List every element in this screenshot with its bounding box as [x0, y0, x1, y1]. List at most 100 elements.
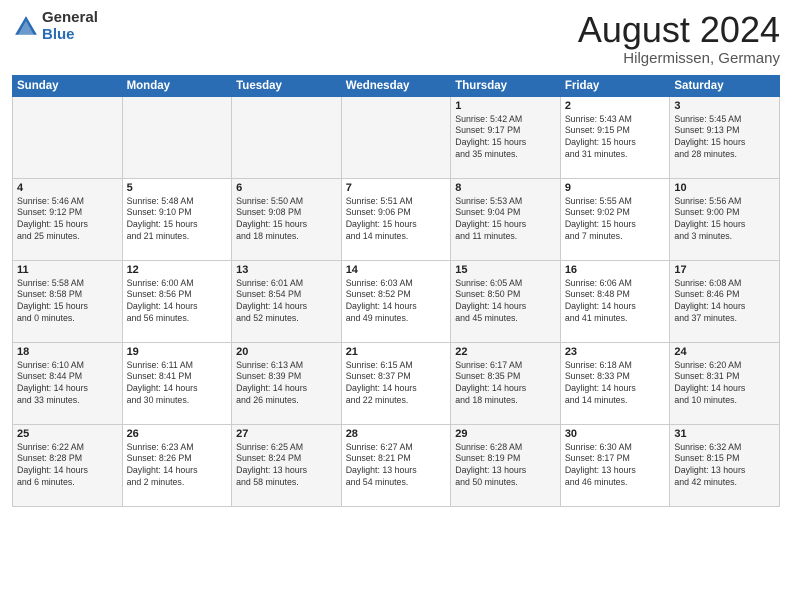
calendar-cell: 10Sunrise: 5:56 AM Sunset: 9:00 PM Dayli…: [670, 178, 780, 260]
calendar-cell: 5Sunrise: 5:48 AM Sunset: 9:10 PM Daylig…: [122, 178, 232, 260]
calendar-cell: 8 Sunrise: 5:53 AM Sunset: 9:04 PM Daylig…: [451, 178, 561, 260]
day-info: Sunrise: 5:53 AM Sunset: 9:04 PM Dayligh…: [455, 196, 556, 244]
day-number: 20: [236, 346, 337, 358]
day-info: Sunrise: 6:32 AM Sunset: 8:15 PM Dayligh…: [674, 442, 775, 490]
day-info: Sunrise: 5:45 AM Sunset: 9:13 PM Dayligh…: [674, 114, 775, 162]
logo: General Blue: [12, 10, 98, 43]
calendar-cell: 25Sunrise: 6:22 AM Sunset: 8:28 PM Dayli…: [13, 424, 123, 506]
day-number: 17: [674, 264, 775, 276]
calendar-header-friday: Friday: [560, 75, 670, 96]
day-number: 4: [17, 182, 118, 194]
calendar-week-row: 1 Sunrise: 5:42 AM Sunset: 9:17 PM Daylig…: [13, 96, 780, 178]
day-number: 2: [565, 100, 666, 112]
day-number: 22: [455, 346, 556, 358]
calendar-cell: 13Sunrise: 6:01 AM Sunset: 8:54 PM Dayli…: [232, 260, 342, 342]
day-info: Sunrise: 6:25 AM Sunset: 8:24 PM Dayligh…: [236, 442, 337, 490]
calendar-cell: 9 Sunrise: 5:55 AM Sunset: 9:02 PM Daylig…: [560, 178, 670, 260]
logo-text: General Blue: [42, 10, 98, 43]
calendar-cell: 28 Sunrise: 6:27 AM Sunset: 8:21 PM Dayli…: [341, 424, 451, 506]
calendar-cell: 21 Sunrise: 6:15 AM Sunset: 8:37 PM Dayli…: [341, 342, 451, 424]
logo-general-text: General: [42, 10, 98, 27]
day-number: 27: [236, 428, 337, 440]
day-info: Sunrise: 6:27 AM Sunset: 8:21 PM Dayligh…: [346, 442, 447, 490]
day-number: 18: [17, 346, 118, 358]
day-info: Sunrise: 6:30 AM Sunset: 8:17 PM Dayligh…: [565, 442, 666, 490]
calendar-cell: [232, 96, 342, 178]
day-number: 9: [565, 182, 666, 194]
day-number: 28: [346, 428, 447, 440]
day-info: Sunrise: 6:17 AM Sunset: 8:35 PM Dayligh…: [455, 360, 556, 408]
day-info: Sunrise: 6:18 AM Sunset: 8:33 PM Dayligh…: [565, 360, 666, 408]
day-info: Sunrise: 6:00 AM Sunset: 8:56 PM Dayligh…: [127, 278, 228, 326]
logo-blue-text: Blue: [42, 27, 98, 44]
day-info: Sunrise: 6:01 AM Sunset: 8:54 PM Dayligh…: [236, 278, 337, 326]
day-info: Sunrise: 6:06 AM Sunset: 8:48 PM Dayligh…: [565, 278, 666, 326]
day-info: Sunrise: 5:46 AM Sunset: 9:12 PM Dayligh…: [17, 196, 118, 244]
title-block: August 2024 Hilgermissen, Germany: [578, 10, 780, 67]
day-info: Sunrise: 6:20 AM Sunset: 8:31 PM Dayligh…: [674, 360, 775, 408]
calendar-header-tuesday: Tuesday: [232, 75, 342, 96]
calendar-cell: 31Sunrise: 6:32 AM Sunset: 8:15 PM Dayli…: [670, 424, 780, 506]
calendar-header-thursday: Thursday: [451, 75, 561, 96]
calendar-cell: 26Sunrise: 6:23 AM Sunset: 8:26 PM Dayli…: [122, 424, 232, 506]
day-number: 8: [455, 182, 556, 194]
calendar-cell: 29 Sunrise: 6:28 AM Sunset: 8:19 PM Dayli…: [451, 424, 561, 506]
calendar-week-row: 4 Sunrise: 5:46 AM Sunset: 9:12 PM Daylig…: [13, 178, 780, 260]
day-number: 30: [565, 428, 666, 440]
calendar-cell: 3Sunrise: 5:45 AM Sunset: 9:13 PM Daylig…: [670, 96, 780, 178]
calendar-cell: 11 Sunrise: 5:58 AM Sunset: 8:58 PM Dayli…: [13, 260, 123, 342]
day-info: Sunrise: 6:10 AM Sunset: 8:44 PM Dayligh…: [17, 360, 118, 408]
day-number: 19: [127, 346, 228, 358]
day-number: 23: [565, 346, 666, 358]
day-info: Sunrise: 6:05 AM Sunset: 8:50 PM Dayligh…: [455, 278, 556, 326]
day-number: 14: [346, 264, 447, 276]
calendar-cell: 6 Sunrise: 5:50 AM Sunset: 9:08 PM Daylig…: [232, 178, 342, 260]
day-number: 15: [455, 264, 556, 276]
calendar-cell: 17 Sunrise: 6:08 AM Sunset: 8:46 PM Dayli…: [670, 260, 780, 342]
calendar-cell: 27 Sunrise: 6:25 AM Sunset: 8:24 PM Dayli…: [232, 424, 342, 506]
day-number: 6: [236, 182, 337, 194]
day-number: 10: [674, 182, 775, 194]
calendar-cell: 1 Sunrise: 5:42 AM Sunset: 9:17 PM Daylig…: [451, 96, 561, 178]
header: General Blue August 2024 Hilgermissen, G…: [12, 10, 780, 67]
calendar-header-wednesday: Wednesday: [341, 75, 451, 96]
day-number: 16: [565, 264, 666, 276]
calendar-cell: 18 Sunrise: 6:10 AM Sunset: 8:44 PM Dayli…: [13, 342, 123, 424]
month-title: August 2024: [578, 10, 780, 50]
day-number: 21: [346, 346, 447, 358]
calendar-header-saturday: Saturday: [670, 75, 780, 96]
day-info: Sunrise: 6:15 AM Sunset: 8:37 PM Dayligh…: [346, 360, 447, 408]
calendar-cell: 24Sunrise: 6:20 AM Sunset: 8:31 PM Dayli…: [670, 342, 780, 424]
day-info: Sunrise: 6:08 AM Sunset: 8:46 PM Dayligh…: [674, 278, 775, 326]
day-info: Sunrise: 5:50 AM Sunset: 9:08 PM Dayligh…: [236, 196, 337, 244]
calendar-week-row: 11 Sunrise: 5:58 AM Sunset: 8:58 PM Dayli…: [13, 260, 780, 342]
calendar-cell: [122, 96, 232, 178]
day-info: Sunrise: 6:03 AM Sunset: 8:52 PM Dayligh…: [346, 278, 447, 326]
day-info: Sunrise: 5:58 AM Sunset: 8:58 PM Dayligh…: [17, 278, 118, 326]
day-number: 12: [127, 264, 228, 276]
calendar-cell: 4 Sunrise: 5:46 AM Sunset: 9:12 PM Daylig…: [13, 178, 123, 260]
day-info: Sunrise: 5:55 AM Sunset: 9:02 PM Dayligh…: [565, 196, 666, 244]
day-info: Sunrise: 6:13 AM Sunset: 8:39 PM Dayligh…: [236, 360, 337, 408]
calendar-cell: 20 Sunrise: 6:13 AM Sunset: 8:39 PM Dayli…: [232, 342, 342, 424]
day-number: 29: [455, 428, 556, 440]
calendar-cell: [13, 96, 123, 178]
day-info: Sunrise: 6:23 AM Sunset: 8:26 PM Dayligh…: [127, 442, 228, 490]
calendar-cell: 7Sunrise: 5:51 AM Sunset: 9:06 PM Daylig…: [341, 178, 451, 260]
calendar-cell: 15 Sunrise: 6:05 AM Sunset: 8:50 PM Dayli…: [451, 260, 561, 342]
day-info: Sunrise: 6:22 AM Sunset: 8:28 PM Dayligh…: [17, 442, 118, 490]
calendar-cell: 19Sunrise: 6:11 AM Sunset: 8:41 PM Dayli…: [122, 342, 232, 424]
calendar-cell: 30 Sunrise: 6:30 AM Sunset: 8:17 PM Dayli…: [560, 424, 670, 506]
day-number: 7: [346, 182, 447, 194]
day-number: 11: [17, 264, 118, 276]
calendar-week-row: 18 Sunrise: 6:10 AM Sunset: 8:44 PM Dayli…: [13, 342, 780, 424]
calendar-cell: 22 Sunrise: 6:17 AM Sunset: 8:35 PM Dayli…: [451, 342, 561, 424]
day-info: Sunrise: 6:28 AM Sunset: 8:19 PM Dayligh…: [455, 442, 556, 490]
calendar-cell: 12 Sunrise: 6:00 AM Sunset: 8:56 PM Dayli…: [122, 260, 232, 342]
day-number: 1: [455, 100, 556, 112]
calendar-cell: [341, 96, 451, 178]
calendar-cell: 2Sunrise: 5:43 AM Sunset: 9:15 PM Daylig…: [560, 96, 670, 178]
calendar-header-row: SundayMondayTuesdayWednesdayThursdayFrid…: [13, 75, 780, 96]
day-info: Sunrise: 5:42 AM Sunset: 9:17 PM Dayligh…: [455, 114, 556, 162]
location: Hilgermissen, Germany: [578, 50, 780, 67]
